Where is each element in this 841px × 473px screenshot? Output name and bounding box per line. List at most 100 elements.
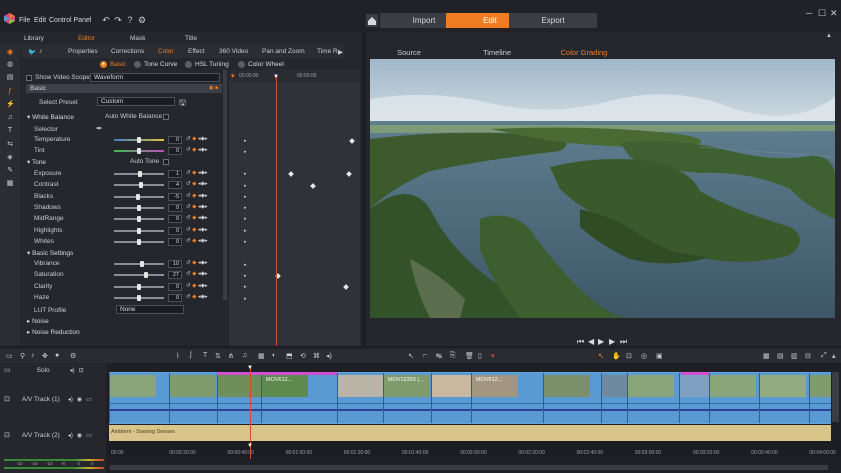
timeline-horizontal-scrollbar[interactable] (110, 465, 828, 470)
keyframe-toggle-icon[interactable]: ◆ (192, 271, 196, 277)
keyframe-row-arrow-icon[interactable]: ▸ (244, 296, 247, 302)
timeline-select-icon[interactable]: ↖ (598, 352, 604, 360)
keyframe-toggle-icon[interactable]: ◆ (192, 147, 196, 153)
keyframe-toggle-icon[interactable]: ◆ (192, 238, 196, 244)
exposure-keyframe-controls[interactable]: ↺ ◆ ◂◆▸ (186, 170, 208, 176)
palette-icon[interactable]: ◍ (6, 61, 14, 69)
eyedropper-icon[interactable]: ✒ (96, 124, 103, 133)
video-clip[interactable] (217, 373, 261, 423)
split-icon[interactable]: ⇅ (215, 352, 221, 360)
timeline-playhead-handle-icon[interactable]: ▼ (247, 365, 253, 371)
keyframe-row-arrow-icon[interactable]: ▸ (244, 284, 247, 290)
lut-select[interactable]: None (116, 305, 184, 314)
menu-file[interactable]: File (19, 17, 30, 24)
keyframe-toggle-icon[interactable]: ◆ (192, 283, 196, 289)
saturation-value[interactable]: 27 (168, 271, 182, 280)
keyframe-row-arrow-icon[interactable]: ▸ (244, 194, 247, 200)
highlights-value[interactable]: 0 (168, 226, 182, 235)
video-clip[interactable]: MOV612... (261, 373, 337, 423)
video-clip[interactable] (601, 373, 627, 423)
sync-icon[interactable]: ⟲ (300, 352, 306, 360)
haze-keyframe-controls[interactable]: ↺ ◆ ◂◆▸ (186, 294, 208, 300)
video-clip[interactable] (679, 373, 709, 423)
tint-slider-thumb[interactable] (137, 148, 141, 155)
tab-timeline[interactable]: Timeline (457, 48, 537, 57)
film-icon[interactable]: ▦ (6, 180, 14, 188)
undo-icon[interactable]: ↶ (101, 15, 111, 25)
av1-monitor-icon[interactable]: ▭ (86, 396, 92, 403)
video-clip[interactable] (109, 373, 169, 423)
vibrance-value[interactable]: 10 (168, 260, 182, 268)
keyframe-row-arrow-icon[interactable]: ▸ (244, 239, 247, 245)
reset-icon[interactable]: ↺ (186, 136, 191, 142)
timeline-pointer-icon[interactable]: ↖ (408, 352, 414, 360)
step-back-icon[interactable]: ◀ (588, 337, 594, 346)
blacks-value[interactable]: -5 (168, 192, 182, 201)
highlights-keyframe-controls[interactable]: ↺ ◆ ◂◆▸ (186, 227, 208, 233)
next-keyframe-icon[interactable]: ▸ (205, 238, 208, 244)
show-scope-checkbox[interactable] (26, 74, 32, 81)
keyframe-playhead[interactable] (276, 76, 277, 346)
brush-icon[interactable]: ✎ (6, 167, 14, 175)
reset-icon[interactable]: ↺ (186, 170, 191, 176)
go-to-start-icon[interactable]: ⏮ (577, 337, 584, 347)
temperature-slider-thumb[interactable] (137, 137, 141, 143)
trim-icon[interactable]: ʃ (190, 352, 192, 359)
menu-control-panel[interactable]: Control Panel (49, 17, 91, 24)
tint-value[interactable]: 0 (168, 147, 182, 156)
tab-360-video[interactable]: 360 Video (219, 48, 248, 55)
next-keyframe-icon[interactable]: ▸ (205, 170, 208, 176)
timeline-ripple-icon[interactable]: ↹ (436, 352, 442, 360)
tab-pan-zoom[interactable]: Pan and Zoom (262, 48, 305, 55)
basic-header-tools-icon[interactable]: ▣ ■ (209, 85, 218, 91)
tab-library[interactable]: Library (14, 34, 44, 43)
next-keyframe-icon[interactable]: ▸ (205, 136, 208, 142)
tab-mask[interactable]: Mask (120, 34, 146, 43)
av2-lock-icon[interactable]: ⊡ (4, 431, 10, 439)
haze-value[interactable]: 0 (168, 293, 182, 302)
video-clip[interactable] (543, 373, 601, 423)
keyframe-row-arrow-icon[interactable]: ▸ (244, 138, 247, 144)
audio-clip[interactable]: Ambient - Soaring Senses (109, 425, 831, 441)
tabs-scroll-right-icon[interactable]: ▶ (338, 48, 343, 56)
tab-effect[interactable]: Effect (188, 48, 205, 55)
temperature-value[interactable]: 0 (168, 136, 182, 144)
timeline-lock-icon[interactable]: ⚲ (20, 352, 25, 360)
stack-icon[interactable]: ◈ (6, 154, 14, 162)
clarity-value[interactable]: 0 (168, 282, 182, 291)
scope-select[interactable]: Waveform (90, 73, 220, 82)
timeline-chapter-icon[interactable]: ▯ (478, 352, 482, 360)
audio-mix-icon[interactable]: ♫ (242, 352, 247, 359)
subtab-basic[interactable]: Basic (110, 61, 126, 68)
timeline-playhead-bottom-icon[interactable]: ▼ (247, 443, 253, 449)
reset-icon[interactable]: ↺ (186, 283, 191, 289)
transition-icon[interactable]: ⇆ (6, 141, 14, 149)
timeline-track-icon[interactable]: ⊡ (626, 352, 632, 360)
kf-playhead-handle-icon[interactable]: ▼ (273, 74, 279, 80)
noise-reduction-section[interactable]: ▸ Noise Reduction (27, 328, 80, 336)
layers-icon[interactable]: ▤ (6, 74, 14, 82)
saturation-slider-thumb[interactable] (143, 272, 148, 279)
timeline-audio-icon[interactable]: ♪ (31, 352, 35, 359)
export-button[interactable]: Export (509, 13, 597, 28)
tint-keyframe-controls[interactable]: ↺ ◆ ◂◆▸ (186, 147, 208, 153)
timeline-copy-icon[interactable]: ⎘ (450, 352, 456, 360)
timeline-zoom-icon[interactable]: ◎ (641, 352, 647, 360)
av2-eye-icon[interactable]: ◉ (77, 432, 82, 439)
timeline-marker-icon[interactable]: ✥ (42, 352, 48, 360)
timeline-view-icon-2[interactable]: ▤ (777, 352, 784, 360)
saturation-keyframe-controls[interactable]: ↺ ◆ ◂◆▸ (186, 271, 208, 277)
magnet-icon[interactable]: ⋔ (228, 352, 234, 360)
reset-icon[interactable]: ↺ (186, 215, 191, 221)
keyframe-toggle-icon[interactable]: ◆ (192, 181, 196, 187)
white-balance-section[interactable]: ▾ White Balance (27, 113, 74, 121)
tab-time-remap[interactable]: Time R (317, 48, 338, 55)
panel-scrollbar[interactable] (223, 70, 227, 300)
tab-corrections[interactable]: Corrections (111, 48, 144, 55)
shadows-keyframe-controls[interactable]: ↺ ◆ ◂◆▸ (186, 204, 208, 210)
timeline-record-icon[interactable]: ● (55, 352, 59, 359)
subtab-hsl-tuning[interactable]: HSL Tuning (195, 61, 229, 68)
loop-icon[interactable]: ⌘ (313, 352, 320, 360)
video-clip[interactable] (809, 373, 831, 423)
clarity-slider-thumb[interactable] (137, 283, 141, 290)
